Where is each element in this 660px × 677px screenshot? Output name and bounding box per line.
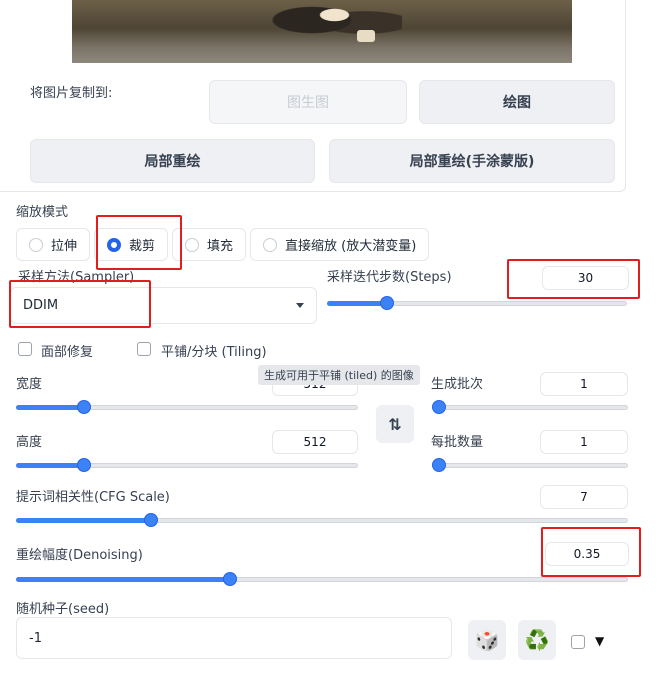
highlight-box-steps bbox=[507, 259, 640, 299]
highlight-box-crop bbox=[96, 215, 182, 270]
cfg-label: 提示词相关性(CFG Scale) bbox=[16, 490, 170, 505]
radio-icon bbox=[263, 237, 278, 252]
seed-input[interactable]: -1 bbox=[16, 617, 452, 659]
cfg-slider[interactable] bbox=[16, 513, 628, 527]
width-label: 宽度 bbox=[16, 377, 43, 392]
batch-count-label: 生成批次 bbox=[431, 377, 484, 392]
slider-thumb[interactable] bbox=[77, 458, 91, 472]
output-image[interactable] bbox=[72, 0, 572, 63]
radio-icon bbox=[185, 237, 200, 252]
batch-count-slider[interactable] bbox=[432, 400, 628, 414]
cfg-number-input[interactable]: 7 bbox=[540, 485, 628, 509]
option-label: 拉伸 bbox=[51, 239, 78, 254]
highlight-box-sampler bbox=[9, 280, 151, 328]
resize-mode-option-stretch[interactable]: 拉伸 bbox=[16, 228, 91, 261]
copy-to-sketch-button[interactable]: 绘图 bbox=[419, 80, 615, 124]
dice-icon: 🎲 bbox=[474, 628, 500, 652]
slider-thumb[interactable] bbox=[223, 572, 237, 586]
batch-size-label: 每批数量 bbox=[431, 435, 484, 450]
slider-thumb[interactable] bbox=[432, 458, 446, 472]
radio-icon bbox=[29, 237, 43, 252]
steps-label: 采样迭代步数(Steps) bbox=[327, 270, 452, 285]
image-output-panel: 将图片复制到: 图生图 绘图 局部重绘 局部重绘(手涂蒙版) bbox=[0, 0, 626, 192]
slider-thumb[interactable] bbox=[380, 296, 394, 310]
triangle-down-icon[interactable]: ▼ bbox=[595, 634, 604, 648]
tiling-tooltip: 生成可用于平铺 (tiled) 的图像 bbox=[258, 365, 420, 385]
reuse-seed-button[interactable]: ♻️ bbox=[518, 620, 556, 660]
batch-count-number-input[interactable]: 1 bbox=[540, 372, 628, 396]
height-label: 高度 bbox=[16, 435, 43, 450]
highlight-box-denoising bbox=[541, 527, 641, 577]
resize-mode-radio-group: 拉伸 裁剪 填充 直接缩放 (放大潜变量) bbox=[16, 228, 430, 261]
recycle-icon: ♻️ bbox=[524, 628, 550, 652]
seed-label: 随机种子(seed) bbox=[16, 602, 110, 617]
face-restore-label: 面部修复 bbox=[41, 345, 94, 360]
slider-thumb[interactable] bbox=[432, 400, 446, 414]
copy-to-img2img-button[interactable]: 图生图 bbox=[209, 80, 407, 124]
image-figure bbox=[252, 0, 402, 50]
extra-seed-checkbox[interactable] bbox=[571, 635, 585, 649]
height-slider[interactable] bbox=[16, 458, 358, 472]
copy-to-label: 将图片复制到: bbox=[30, 86, 113, 101]
slider-thumb[interactable] bbox=[77, 400, 91, 414]
batch-size-number-input[interactable]: 1 bbox=[540, 430, 628, 454]
face-restore-checkbox[interactable] bbox=[18, 342, 32, 356]
swap-icon: ⇅ bbox=[388, 414, 402, 434]
denoising-label: 重绘幅度(Denoising) bbox=[16, 548, 143, 563]
tiling-label: 平铺/分块 (Tiling) bbox=[161, 345, 267, 360]
tiling-checkbox[interactable] bbox=[137, 342, 151, 356]
option-label: 直接缩放 (放大潜变量) bbox=[285, 239, 417, 254]
image-detail bbox=[357, 30, 375, 42]
chevron-down-icon bbox=[296, 303, 304, 308]
option-label: 填充 bbox=[207, 239, 234, 254]
copy-to-inpaint-button[interactable]: 局部重绘 bbox=[30, 139, 315, 183]
copy-to-inpaint-sketch-button[interactable]: 局部重绘(手涂蒙版) bbox=[329, 139, 615, 183]
seed-value: -1 bbox=[29, 630, 42, 646]
swap-dimensions-button[interactable]: ⇅ bbox=[376, 405, 414, 443]
height-number-input[interactable]: 512 bbox=[272, 430, 358, 454]
resize-mode-option-latent-upscale[interactable]: 直接缩放 (放大潜变量) bbox=[250, 228, 430, 261]
batch-size-slider[interactable] bbox=[432, 458, 628, 472]
random-seed-button[interactable]: 🎲 bbox=[468, 620, 506, 660]
resize-mode-label: 缩放模式 bbox=[16, 205, 69, 220]
slider-thumb[interactable] bbox=[144, 513, 158, 527]
denoising-slider[interactable] bbox=[16, 572, 628, 586]
resize-mode-option-fill[interactable]: 填充 bbox=[172, 228, 247, 261]
width-slider[interactable] bbox=[16, 400, 358, 414]
